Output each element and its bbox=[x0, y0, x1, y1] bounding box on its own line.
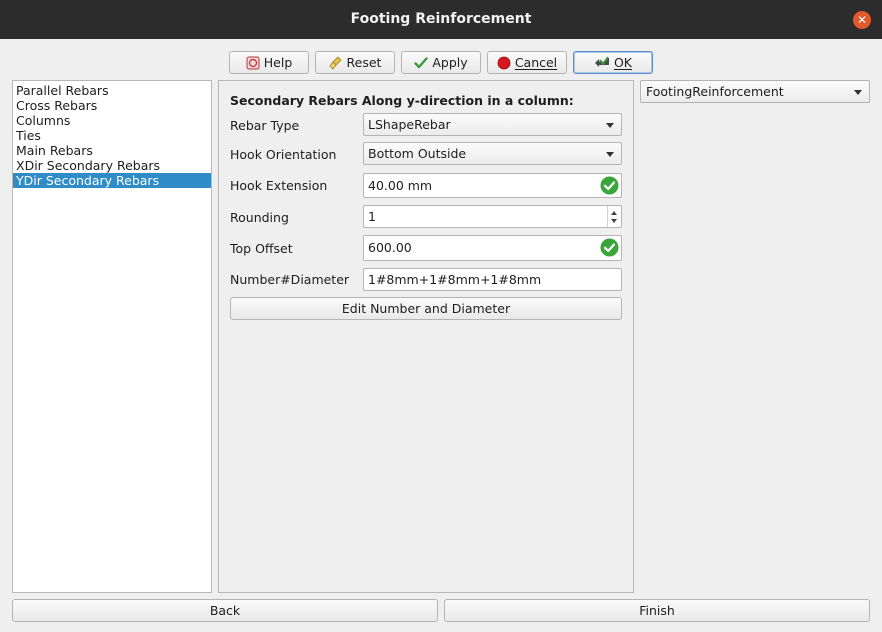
top-offset-label: Top Offset bbox=[230, 241, 293, 256]
hook-extension-label: Hook Extension bbox=[230, 178, 328, 193]
valid-check-icon bbox=[600, 176, 619, 202]
apply-label: Apply bbox=[432, 55, 468, 70]
rebar-form-panel: Secondary Rebars Along y-direction in a … bbox=[218, 80, 634, 593]
chevron-down-icon bbox=[854, 90, 862, 95]
rebar-type-select[interactable]: LShapeRebar bbox=[363, 113, 622, 136]
list-item-main-rebars[interactable]: Main Rebars bbox=[13, 143, 211, 158]
edit-number-diameter-button[interactable]: Edit Number and Diameter bbox=[230, 297, 622, 320]
number-diameter-value: 1#8mm+1#8mm+1#8mm bbox=[368, 272, 542, 287]
back-button[interactable]: Back bbox=[12, 599, 438, 622]
reset-button[interactable]: Reset bbox=[315, 51, 395, 74]
ok-button[interactable]: OK bbox=[573, 51, 653, 74]
list-item-ties[interactable]: Ties bbox=[13, 128, 211, 143]
back-label: Back bbox=[209, 603, 241, 618]
chevron-down-icon bbox=[606, 152, 614, 157]
form-heading: Secondary Rebars Along y-direction in a … bbox=[230, 93, 574, 108]
spin-divider bbox=[607, 206, 608, 227]
close-icon[interactable]: ✕ bbox=[853, 11, 871, 29]
help-icon bbox=[246, 56, 260, 70]
rebar-type-label: Rebar Type bbox=[230, 118, 300, 133]
spin-up-icon[interactable] bbox=[611, 211, 617, 215]
valid-check-icon bbox=[600, 238, 619, 265]
rebar-type-value: LShapeRebar bbox=[368, 117, 451, 132]
checkmark-icon bbox=[414, 56, 429, 70]
number-diameter-label: Number#Diameter bbox=[230, 272, 350, 287]
spin-down-icon[interactable] bbox=[611, 219, 617, 223]
object-selector[interactable]: FootingReinforcement bbox=[640, 80, 870, 103]
help-button[interactable]: Help bbox=[229, 51, 309, 74]
rounding-value: 1 bbox=[368, 209, 376, 224]
broom-icon bbox=[329, 55, 343, 70]
reset-label: Reset bbox=[346, 55, 382, 70]
number-diameter-input[interactable]: 1#8mm+1#8mm+1#8mm bbox=[363, 268, 622, 291]
hook-extension-input[interactable]: 40.00 mm bbox=[363, 173, 622, 198]
finish-button[interactable]: Finish bbox=[444, 599, 870, 622]
hook-extension-value: 40.00 mm bbox=[368, 178, 433, 193]
hook-orientation-select[interactable]: Bottom Outside bbox=[363, 142, 622, 165]
rounding-label: Rounding bbox=[230, 210, 289, 225]
list-item-ydir-secondary-rebars[interactable]: YDir Secondary Rebars bbox=[13, 173, 211, 188]
cancel-label: Cancel bbox=[515, 55, 557, 70]
ok-label: OK bbox=[613, 55, 633, 70]
title-bar: Footing Reinforcement ✕ bbox=[0, 0, 882, 39]
top-offset-value: 600.00 bbox=[368, 240, 412, 255]
hook-orientation-label: Hook Orientation bbox=[230, 147, 337, 162]
stop-icon bbox=[497, 56, 511, 70]
help-label: Help bbox=[263, 55, 293, 70]
list-item-columns[interactable]: Columns bbox=[13, 113, 211, 128]
list-item-parallel-rebars[interactable]: Parallel Rebars bbox=[13, 83, 211, 98]
rebar-group-list: Parallel Rebars Cross Rebars Columns Tie… bbox=[12, 80, 212, 593]
rounding-spinbox[interactable]: 1 bbox=[363, 205, 622, 228]
cancel-button[interactable]: Cancel bbox=[487, 51, 567, 74]
window-title: Footing Reinforcement bbox=[350, 11, 532, 27]
finish-label: Finish bbox=[639, 603, 675, 618]
object-selector-value: FootingReinforcement bbox=[646, 84, 784, 99]
apply-button[interactable]: Apply bbox=[401, 51, 481, 74]
list-item-cross-rebars[interactable]: Cross Rebars bbox=[13, 98, 211, 113]
hook-orientation-value: Bottom Outside bbox=[368, 146, 467, 161]
list-item-xdir-secondary-rebars[interactable]: XDir Secondary Rebars bbox=[13, 158, 211, 173]
chevron-down-icon bbox=[606, 123, 614, 128]
ok-icon bbox=[594, 55, 610, 70]
cancel-text: Cancel bbox=[514, 55, 558, 70]
top-offset-input[interactable]: 600.00 bbox=[363, 235, 622, 261]
edit-number-diameter-label: Edit Number and Diameter bbox=[341, 301, 511, 316]
